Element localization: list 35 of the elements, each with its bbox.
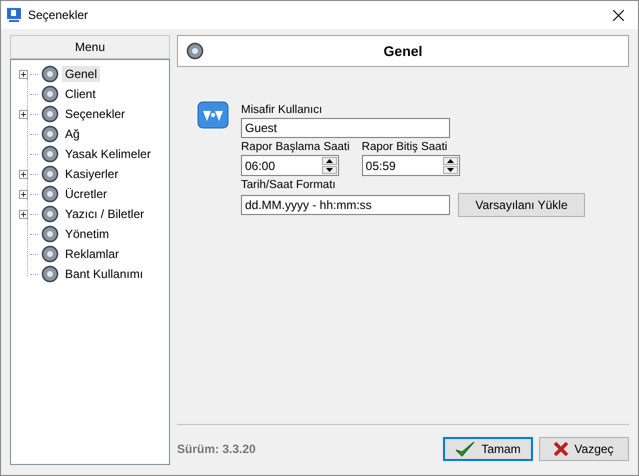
menu-item[interactable]: Yasak Kelimeler (62, 146, 154, 162)
menu-item[interactable]: Genel (62, 66, 100, 82)
window-title: Seçenekler (28, 8, 90, 22)
time-spinner[interactable]: 06:00 (241, 155, 339, 176)
menu-item[interactable]: Ağ (62, 126, 83, 142)
input-field[interactable]: Guest (241, 118, 450, 138)
menu-item[interactable]: Reklamlar (62, 246, 122, 262)
menu-item[interactable]: Yazıcı / Biletler (62, 206, 148, 222)
menu-header: Menu (10, 35, 170, 59)
menu-item[interactable]: Yönetim (62, 226, 112, 242)
expand-icon[interactable] (19, 70, 28, 78)
app-icon (6, 7, 22, 23)
expand-icon[interactable] (19, 110, 28, 118)
panel-title: Genel (382, 43, 424, 59)
expand-icon[interactable] (19, 190, 28, 198)
expand-icon[interactable] (19, 170, 28, 178)
field-label: Rapor Başlama Saati (241, 141, 350, 153)
menu-item[interactable]: Seçenekler (62, 106, 128, 122)
close-icon (612, 10, 624, 20)
menu-item[interactable]: Ücretler (62, 186, 110, 202)
menu-item[interactable]: Bant Kullanımı (62, 266, 146, 282)
check-icon (455, 441, 476, 457)
field-label: Tarih/Saat Formatı (241, 179, 337, 191)
menu-item[interactable]: Kasiyerler (62, 166, 122, 182)
ok-button[interactable]: Tamam (443, 437, 533, 461)
expand-icon[interactable] (19, 210, 28, 218)
load-defaults-button[interactable]: Varsayılanı Yükle (458, 193, 585, 217)
time-spinner[interactable]: 05:59 (362, 155, 460, 176)
field-label: Misafir Kullanıcı (241, 104, 324, 116)
field-label: Rapor Bitiş Saati (362, 141, 448, 153)
cross-icon (554, 442, 568, 456)
input-field[interactable]: dd.MM.yyyy - hh:mm:ss (241, 195, 450, 215)
menu-item[interactable]: Client (62, 86, 99, 102)
version-text: Sürüm: 3.3.20 (177, 442, 257, 456)
cancel-button[interactable]: Vazgeç (539, 437, 629, 461)
